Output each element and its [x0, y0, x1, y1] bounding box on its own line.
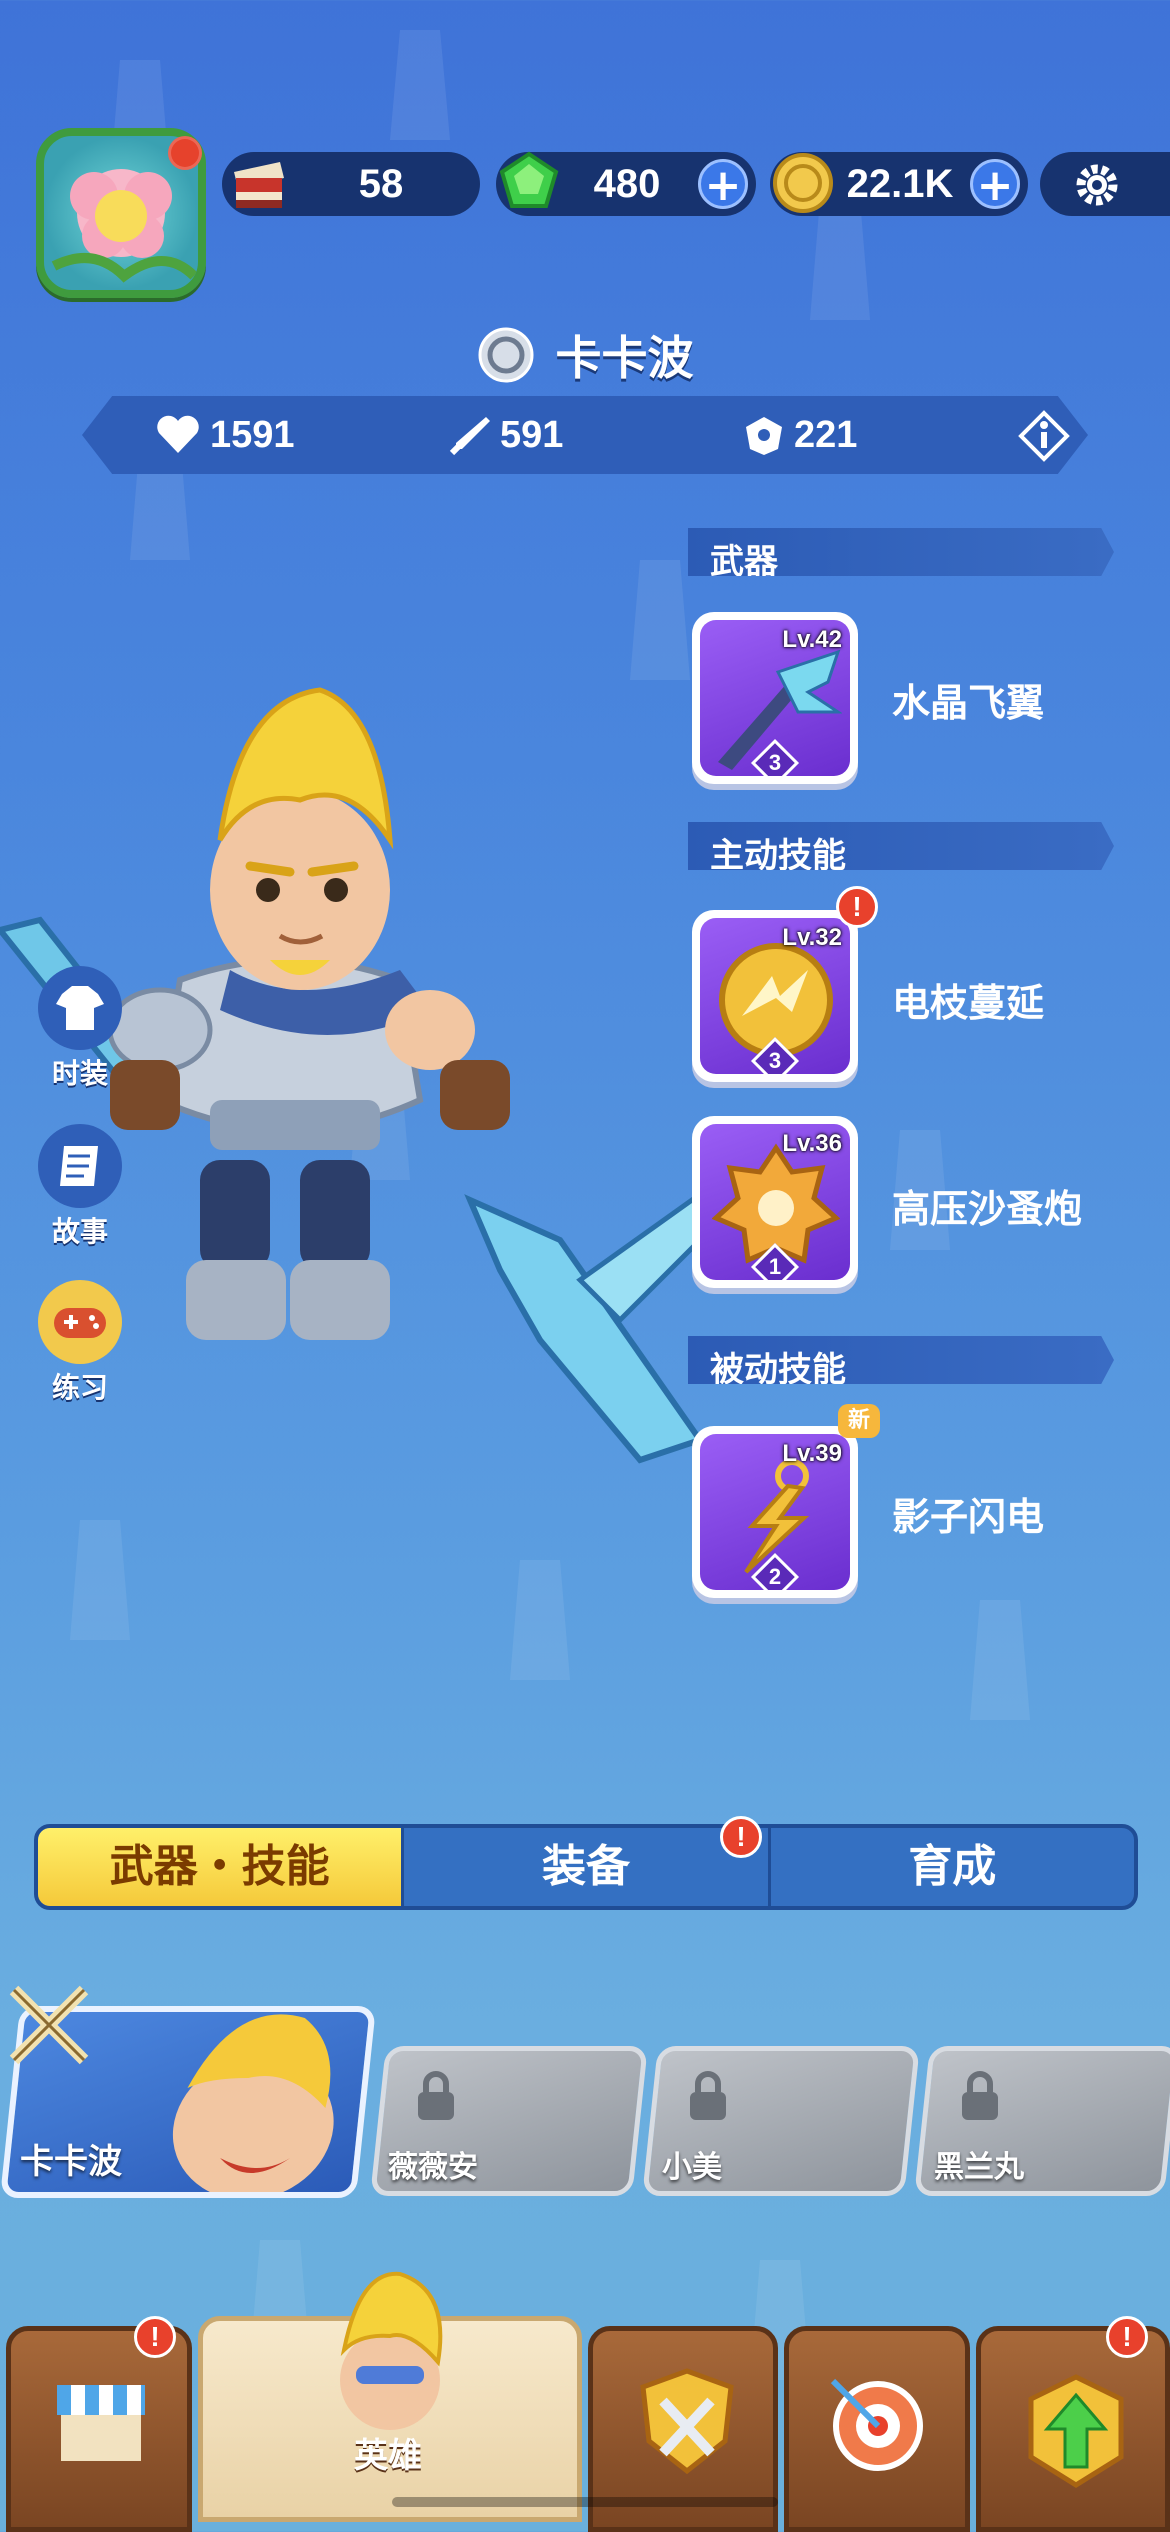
hero-character-illustration — [0, 687, 740, 1464]
weapon-section-header: 武器 — [688, 528, 1114, 576]
passive-skill-card[interactable]: Lv.39 2 — [692, 1426, 858, 1598]
tab-equipment[interactable]: 装备 — [404, 1828, 771, 1906]
settings-button[interactable] — [1040, 152, 1170, 216]
defense-value: 221 — [794, 413, 858, 456]
heart-icon — [157, 415, 199, 453]
passive-skill-section-title: 被动技能 — [710, 1350, 846, 1390]
add-coins-button[interactable]: + — [970, 159, 1020, 210]
target-icon — [830, 2378, 923, 2471]
attack-value: 591 — [500, 413, 564, 456]
hero-nav-icon — [340, 2271, 443, 2430]
costume-label: 时装 — [51, 1057, 108, 1090]
practice-label: 练习 — [51, 1371, 108, 1404]
gamepad-icon — [54, 1308, 106, 1338]
defense-stat: 221 — [742, 412, 857, 458]
active-skill-2-name: 高压沙蚤炮 — [892, 1187, 1083, 1231]
tab-training[interactable]: 育成 — [771, 1828, 1134, 1906]
sword-icon — [449, 417, 490, 456]
story-button[interactable] — [38, 1124, 122, 1208]
hero-name: 卡卡波 — [555, 331, 694, 385]
passive-skill-section-header: 被动技能 — [688, 1336, 1114, 1384]
equipment-tab-alert: ! — [720, 1816, 762, 1858]
info-icon[interactable] — [1018, 410, 1070, 462]
shop-alert: ! — [134, 2316, 176, 2358]
shirt-icon — [56, 986, 104, 1030]
shop-icon — [57, 2385, 145, 2461]
passive-skill-name: 影子闪电 — [892, 1495, 1045, 1539]
upgrade-alert: ! — [1106, 2316, 1148, 2358]
hero-portrait — [172, 2014, 334, 2198]
hero-card-heilanwan-label: 黑兰丸 — [934, 2150, 1024, 2185]
avatar-notification-dot — [168, 136, 202, 170]
story-label: 故事 — [51, 1215, 108, 1248]
cake-icon — [234, 162, 284, 208]
tab-weapon-skill[interactable]: 武器・技能 — [38, 1828, 405, 1906]
lock-icon — [962, 2071, 998, 2120]
attack-stat: 591 — [448, 412, 563, 458]
lock-icon — [690, 2071, 726, 2120]
hero-name-row: 卡卡波 — [0, 322, 1170, 388]
nav-shop[interactable] — [6, 2326, 192, 2532]
health-value: 1591 — [210, 413, 295, 456]
weapon-section-title: 武器 — [710, 542, 778, 582]
lock-icon — [418, 2071, 454, 2120]
hero-rank-icon — [478, 327, 534, 383]
nav-hero-label: 英雄 — [354, 2436, 422, 2476]
active-skill-1-name: 电枝蔓延 — [892, 981, 1045, 1025]
gem-icon — [499, 151, 559, 208]
hero-tabs: 武器・技能 装备 育成 — [34, 1824, 1138, 1910]
coin-icon — [773, 153, 833, 213]
weapon-card[interactable]: Lv.42 3 — [692, 612, 858, 784]
practice-button[interactable] — [38, 1280, 122, 1364]
weapon-level: Lv.42 — [782, 626, 842, 653]
active-skill-1-level: Lv.32 — [782, 924, 842, 951]
nav-event[interactable] — [784, 2326, 970, 2532]
new-badge: 新 — [838, 1404, 880, 1438]
gear-icon — [1076, 164, 1118, 206]
active-skill-2-level: Lv.36 — [782, 1130, 842, 1157]
passive-skill-level: Lv.39 — [782, 1440, 842, 1467]
active-skill-section-header: 主动技能 — [688, 822, 1114, 870]
shield-swords-icon — [640, 2368, 734, 2475]
health-stat: 1591 — [154, 412, 295, 458]
shield-icon — [746, 417, 782, 455]
upgrade-arrow-icon — [1028, 2374, 1124, 2488]
active-skill-1-alert: ! — [836, 886, 878, 928]
hero-card-kakabo-label: 卡卡波 — [20, 2142, 122, 2182]
hero-card-vivian-label: 薇薇安 — [388, 2150, 478, 2185]
active-skill-section-title: 主动技能 — [710, 836, 846, 876]
home-indicator — [392, 2497, 778, 2507]
scroll-icon — [60, 1146, 98, 1186]
hero-card-xiaomei-label: 小美 — [662, 2150, 722, 2185]
crossed-swords-icon — [9, 1985, 89, 2065]
nav-upgrade[interactable] — [976, 2326, 1170, 2532]
active-skill-card-2[interactable]: Lv.36 1 — [692, 1116, 858, 1288]
weapon-name: 水晶飞翼 — [892, 681, 1045, 725]
costume-button[interactable] — [38, 966, 122, 1050]
add-gems-button[interactable]: + — [698, 159, 748, 210]
active-skill-card-1[interactable]: Lv.32 3 — [692, 910, 858, 1082]
